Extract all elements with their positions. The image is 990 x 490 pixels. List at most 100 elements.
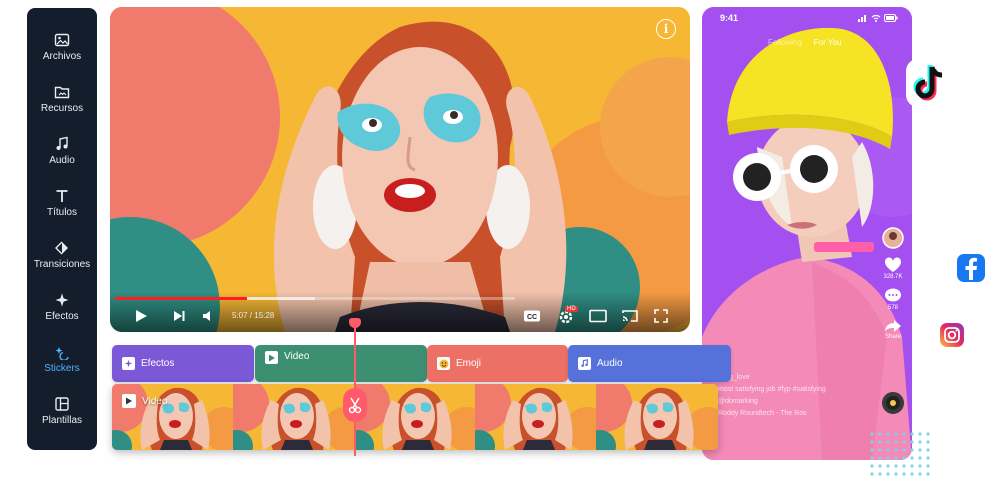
sidebar-item-label: Stickers xyxy=(44,363,80,374)
sidebar-item-label: Transiciones xyxy=(33,259,91,270)
share-icon xyxy=(885,320,901,332)
dot xyxy=(902,464,906,468)
cast-button[interactable] xyxy=(621,308,639,324)
dot xyxy=(894,432,898,436)
info-button[interactable]: i xyxy=(656,19,676,39)
play-button[interactable] xyxy=(134,308,148,324)
dot xyxy=(878,432,882,436)
miniplayer-button[interactable] xyxy=(589,308,607,324)
sidebar-item-recursos[interactable]: Recursos xyxy=(27,84,97,136)
dot xyxy=(886,456,890,460)
dot xyxy=(926,440,930,444)
track-label: Efectos xyxy=(141,358,175,369)
dot xyxy=(894,472,898,476)
like-button[interactable]: 328.7K xyxy=(883,257,903,280)
next-button[interactable] xyxy=(172,308,186,324)
sidebar-item-stickers[interactable]: Stickers xyxy=(27,344,97,396)
dot xyxy=(878,456,882,460)
dot xyxy=(878,464,882,468)
sidebar: Archivos Recursos Audio Títulos Transici… xyxy=(27,8,97,450)
sidebar-item-efectos[interactable]: Efectos xyxy=(27,292,97,344)
track-label: Audio xyxy=(597,358,623,369)
dot xyxy=(918,448,922,452)
sparkle-icon xyxy=(55,293,69,307)
track-label: Video xyxy=(284,351,310,362)
captions-icon: CC xyxy=(524,310,540,322)
sidebar-item-label: Recursos xyxy=(40,103,84,114)
emoji-icon xyxy=(437,357,450,370)
sidebar-item-audio[interactable]: Audio xyxy=(27,136,97,188)
comment-button[interactable]: 578 xyxy=(884,288,902,311)
dot xyxy=(910,432,914,436)
fullscreen-button[interactable] xyxy=(654,308,668,324)
sidebar-item-archivos[interactable]: Archivos xyxy=(27,32,97,84)
share-button[interactable]: Share xyxy=(884,319,902,340)
dot xyxy=(910,448,914,452)
skip-next-icon xyxy=(174,311,185,321)
status-icons xyxy=(858,14,898,22)
caption-username: @_g_love xyxy=(718,374,750,381)
sticker-icon xyxy=(55,347,69,360)
template-icon xyxy=(55,397,69,411)
sidebar-item-transiciones[interactable]: Transiciones xyxy=(27,240,97,292)
video-preview[interactable]: i 5:07 / 15:28 CC HD xyxy=(110,7,690,332)
dot xyxy=(926,432,930,436)
video-filmstrip[interactable]: Video xyxy=(112,384,718,450)
hd-badge: HD xyxy=(565,306,578,312)
dot xyxy=(886,464,890,468)
like-count: 328.7K xyxy=(883,274,903,280)
dot xyxy=(910,464,914,468)
dot xyxy=(918,432,922,436)
captions-button[interactable]: CC xyxy=(523,308,541,324)
progress-bar[interactable] xyxy=(115,297,515,300)
caption-mention: @domarking xyxy=(718,398,758,405)
comment-count: 578 xyxy=(887,305,898,311)
phone-preview: 9:41 Following For You 328.7K 578 Share … xyxy=(702,7,912,460)
dot xyxy=(886,448,890,452)
time-display: 5:07 / 15:28 xyxy=(232,311,275,320)
dot xyxy=(926,448,930,452)
sidebar-item-plantillas[interactable]: Plantillas xyxy=(27,396,97,448)
svg-text:CC: CC xyxy=(527,314,537,321)
miniplayer-icon xyxy=(589,309,607,323)
track-video[interactable]: Video xyxy=(255,345,427,382)
sidebar-item-titulos[interactable]: Títulos xyxy=(27,188,97,240)
dot xyxy=(870,432,874,436)
dot xyxy=(894,448,898,452)
sidebar-item-label: Archivos xyxy=(42,51,82,62)
music-note-icon xyxy=(578,357,591,370)
progress-played xyxy=(115,297,247,300)
tiktok-icon xyxy=(906,59,954,107)
caption-text: most satisfying job #fyp #satisfying xyxy=(718,386,826,393)
tab-following[interactable]: Following xyxy=(768,38,802,47)
text-icon xyxy=(56,190,68,202)
dot xyxy=(870,464,874,468)
sidebar-item-label: Títulos xyxy=(46,207,77,218)
dot xyxy=(886,432,890,436)
dot xyxy=(886,440,890,444)
instagram-icon xyxy=(940,323,964,347)
image-icon xyxy=(54,33,70,47)
dot xyxy=(870,448,874,452)
dot xyxy=(870,440,874,444)
profile-avatar[interactable] xyxy=(882,227,904,249)
sidebar-item-label: Plantillas xyxy=(41,415,83,426)
volume-button[interactable] xyxy=(202,308,216,324)
dot xyxy=(926,456,930,460)
track-efectos[interactable]: Efectos xyxy=(112,345,254,382)
music-note-icon xyxy=(56,136,68,150)
dot xyxy=(878,472,882,476)
split-button[interactable] xyxy=(343,388,367,422)
track-audio[interactable]: Audio xyxy=(568,345,731,382)
sidebar-item-label: Efectos xyxy=(45,311,79,322)
scissors-icon xyxy=(348,397,362,414)
music-disc-icon[interactable] xyxy=(882,392,904,414)
tab-for-you[interactable]: For You xyxy=(814,38,842,47)
volume-icon xyxy=(203,311,210,321)
fullscreen-icon xyxy=(654,309,668,323)
dot xyxy=(894,456,898,460)
dot xyxy=(910,456,914,460)
dot xyxy=(918,456,922,460)
dot xyxy=(902,456,906,460)
track-emoji[interactable]: Emoji xyxy=(427,345,568,382)
